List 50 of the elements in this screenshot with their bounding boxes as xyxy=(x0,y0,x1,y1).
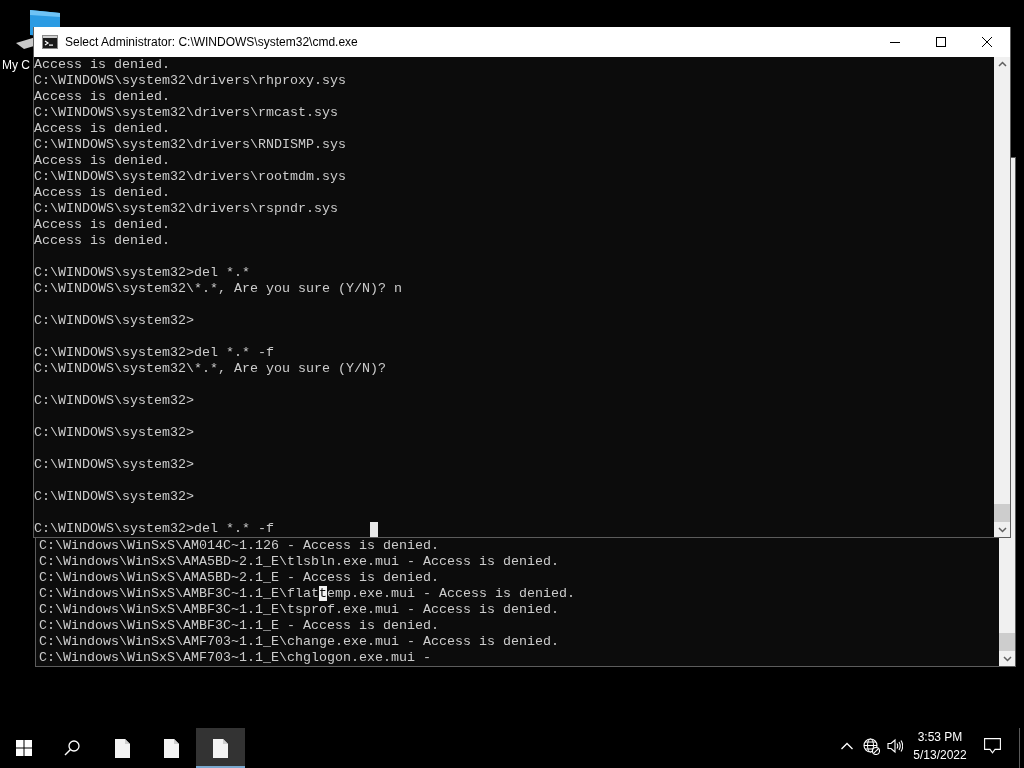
console-line: Access is denied. xyxy=(34,89,170,105)
console-line: C:\Windows\WinSxS\AMF703~1.1_E\change.exe.mui - Access is denied. xyxy=(39,634,559,650)
console-line: C:\WINDOWS\system32> xyxy=(34,489,194,505)
scrollbar-thumb[interactable] xyxy=(999,633,1015,651)
windows-logo-icon[interactable] xyxy=(16,740,32,756)
console-line: C:\WINDOWS\system32> xyxy=(34,425,194,441)
scrollbar[interactable] xyxy=(994,57,1010,537)
console-line: C:\WINDOWS\system32\drivers\rmcast.sys xyxy=(34,105,338,121)
file-icon[interactable] xyxy=(164,738,179,758)
console-line: C:\Windows\WinSxS\AMBF3C~1.1_E - Access is denied. xyxy=(39,618,439,634)
search-icon[interactable] xyxy=(64,740,80,756)
globe-icon[interactable] xyxy=(863,737,880,755)
console-line: C:\WINDOWS\system32\drivers\RNDISMP.sys xyxy=(34,137,346,153)
clock-button[interactable]: 3:53 PM 5/13/2022 xyxy=(907,728,973,764)
message-icon[interactable] xyxy=(984,738,1001,754)
console-line: C:\WINDOWS\system32\drivers\rootmdm.sys xyxy=(34,169,346,185)
console-line: Access is denied. xyxy=(34,121,170,137)
maximize-icon[interactable] xyxy=(936,37,946,47)
console-line: C:\WINDOWS\system32>del *.* -f xyxy=(34,345,274,361)
console-line: C:\Windows\WinSxS\AMA5BD~2.1_E - Access is denied. xyxy=(39,570,439,586)
scrollbar-thumb[interactable] xyxy=(994,504,1010,522)
close-icon[interactable] xyxy=(982,37,992,47)
file-icon[interactable] xyxy=(115,738,130,758)
speaker-icon[interactable] xyxy=(887,738,903,754)
console-line: C:\WINDOWS\system32>del *.* xyxy=(34,265,250,281)
desktop-icon-label[interactable]: My C xyxy=(2,57,30,73)
console-line: Access is denied. xyxy=(34,185,170,201)
console-line: C:\Windows\WinSxS\AMBF3C~1.1_E\tsprof.exe.mui - Access is denied. xyxy=(39,602,559,618)
console-line: Access is denied. xyxy=(34,217,170,233)
console-line: C:\WINDOWS\system32> xyxy=(34,313,194,329)
scrollbar[interactable] xyxy=(999,538,1015,666)
taskbar-app-button[interactable] xyxy=(196,728,245,768)
chevron-up-icon[interactable] xyxy=(841,742,853,750)
console-line: C:\WINDOWS\system32> xyxy=(34,457,194,473)
console-line: C:\Windows\WinSxS\AM014C~1.126 - Access is denied. xyxy=(39,538,439,554)
console-line: C:\WINDOWS\system32>del *.* -f xyxy=(34,521,274,537)
console-line: C:\WINDOWS\system32\drivers\rspndr.sys xyxy=(34,201,338,217)
console-line: C:\WINDOWS\system32\*.*, Are you sure (Y/N)? xyxy=(34,361,386,377)
console-line: C:\Windows\WinSxS\AMA5BD~2.1_E\tlsbln.exe.mui - Access is denied. xyxy=(39,554,559,570)
console-line: Access is denied. xyxy=(34,153,170,169)
console-line: Access is denied. xyxy=(34,233,170,249)
console-line: C:\WINDOWS\system32\drivers\rhproxy.sys xyxy=(34,73,346,89)
console-line: C:\Windows\WinSxS\AMBF3C~1.1_E\flattemp.exe.mui - Access is denied. xyxy=(39,586,575,602)
console-line: Access is denied. xyxy=(34,57,170,73)
terminal-icon xyxy=(42,35,58,49)
console-line: C:\WINDOWS\system32\*.*, Are you sure (Y/N)? n xyxy=(34,281,402,297)
console-line: C:\WINDOWS\system32> xyxy=(34,393,194,409)
console-line: C:\Windows\WinSxS\AMF703~1.1_E\chglogon.exe.mui - xyxy=(39,650,431,666)
file-icon[interactable] xyxy=(213,738,228,758)
window-title: Select Administrator: C:\WINDOWS\system32\cmd.exe xyxy=(65,34,358,51)
